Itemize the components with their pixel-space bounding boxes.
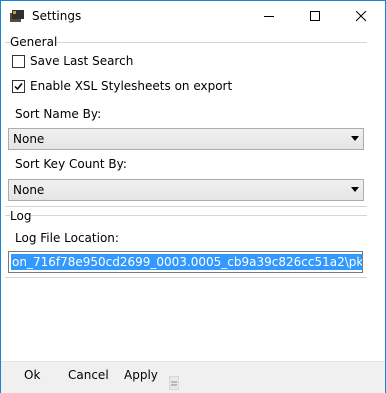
- log-group-border: [5, 215, 367, 216]
- window-title: Settings: [32, 9, 82, 23]
- sort-key-value: None: [13, 183, 45, 197]
- minimize-icon: [264, 16, 274, 17]
- save-last-search-label: Save Last Search: [30, 54, 134, 68]
- maximize-icon: [310, 11, 320, 21]
- sort-name-combobox[interactable]: None: [8, 128, 364, 150]
- sort-key-label: Sort Key Count By:: [15, 157, 127, 171]
- close-icon: [356, 11, 367, 22]
- settings-window: Settings General Save Last Search Enable…: [0, 0, 386, 393]
- log-location-value: on_716f78e950cd2699_0003.0005_cb9a39c826…: [11, 254, 362, 270]
- general-group-bottom-border: [5, 206, 367, 207]
- sort-name-value: None: [13, 132, 45, 146]
- title-bar[interactable]: Settings: [1, 1, 385, 32]
- enable-xsl-label: Enable XSL Stylesheets on export: [30, 79, 233, 93]
- app-icon: [10, 10, 24, 23]
- vertical-scroll-area: [367, 41, 384, 361]
- resize-grip-icon[interactable]: [169, 376, 179, 390]
- checkmark-icon: [14, 82, 23, 90]
- general-group-border: [5, 42, 367, 43]
- minimize-button[interactable]: [247, 1, 293, 32]
- checkbox-box[interactable]: [12, 54, 25, 68]
- sort-key-combobox[interactable]: None: [8, 179, 364, 201]
- chevron-down-icon: [351, 136, 359, 141]
- close-button[interactable]: [339, 1, 385, 32]
- log-location-field[interactable]: on_716f78e950cd2699_0003.0005_cb9a39c826…: [8, 251, 363, 273]
- enable-xsl-checkbox[interactable]: Enable XSL Stylesheets on export: [12, 79, 232, 93]
- ok-button[interactable]: Ok: [24, 368, 40, 386]
- chevron-down-icon: [351, 187, 359, 192]
- log-location-label: Log File Location:: [15, 231, 119, 245]
- save-last-search-checkbox[interactable]: Save Last Search: [12, 54, 133, 68]
- general-group-legend: General: [10, 35, 58, 49]
- log-group-legend: Log: [10, 209, 32, 223]
- sort-name-label: Sort Name By:: [15, 107, 102, 121]
- maximize-button[interactable]: [293, 1, 339, 32]
- apply-button[interactable]: Apply: [124, 368, 158, 386]
- log-group-bottom-border: [5, 277, 367, 278]
- dialog-footer: Ok Cancel Apply: [1, 361, 385, 393]
- checkbox-box[interactable]: [12, 79, 25, 93]
- cancel-button[interactable]: Cancel: [68, 368, 109, 386]
